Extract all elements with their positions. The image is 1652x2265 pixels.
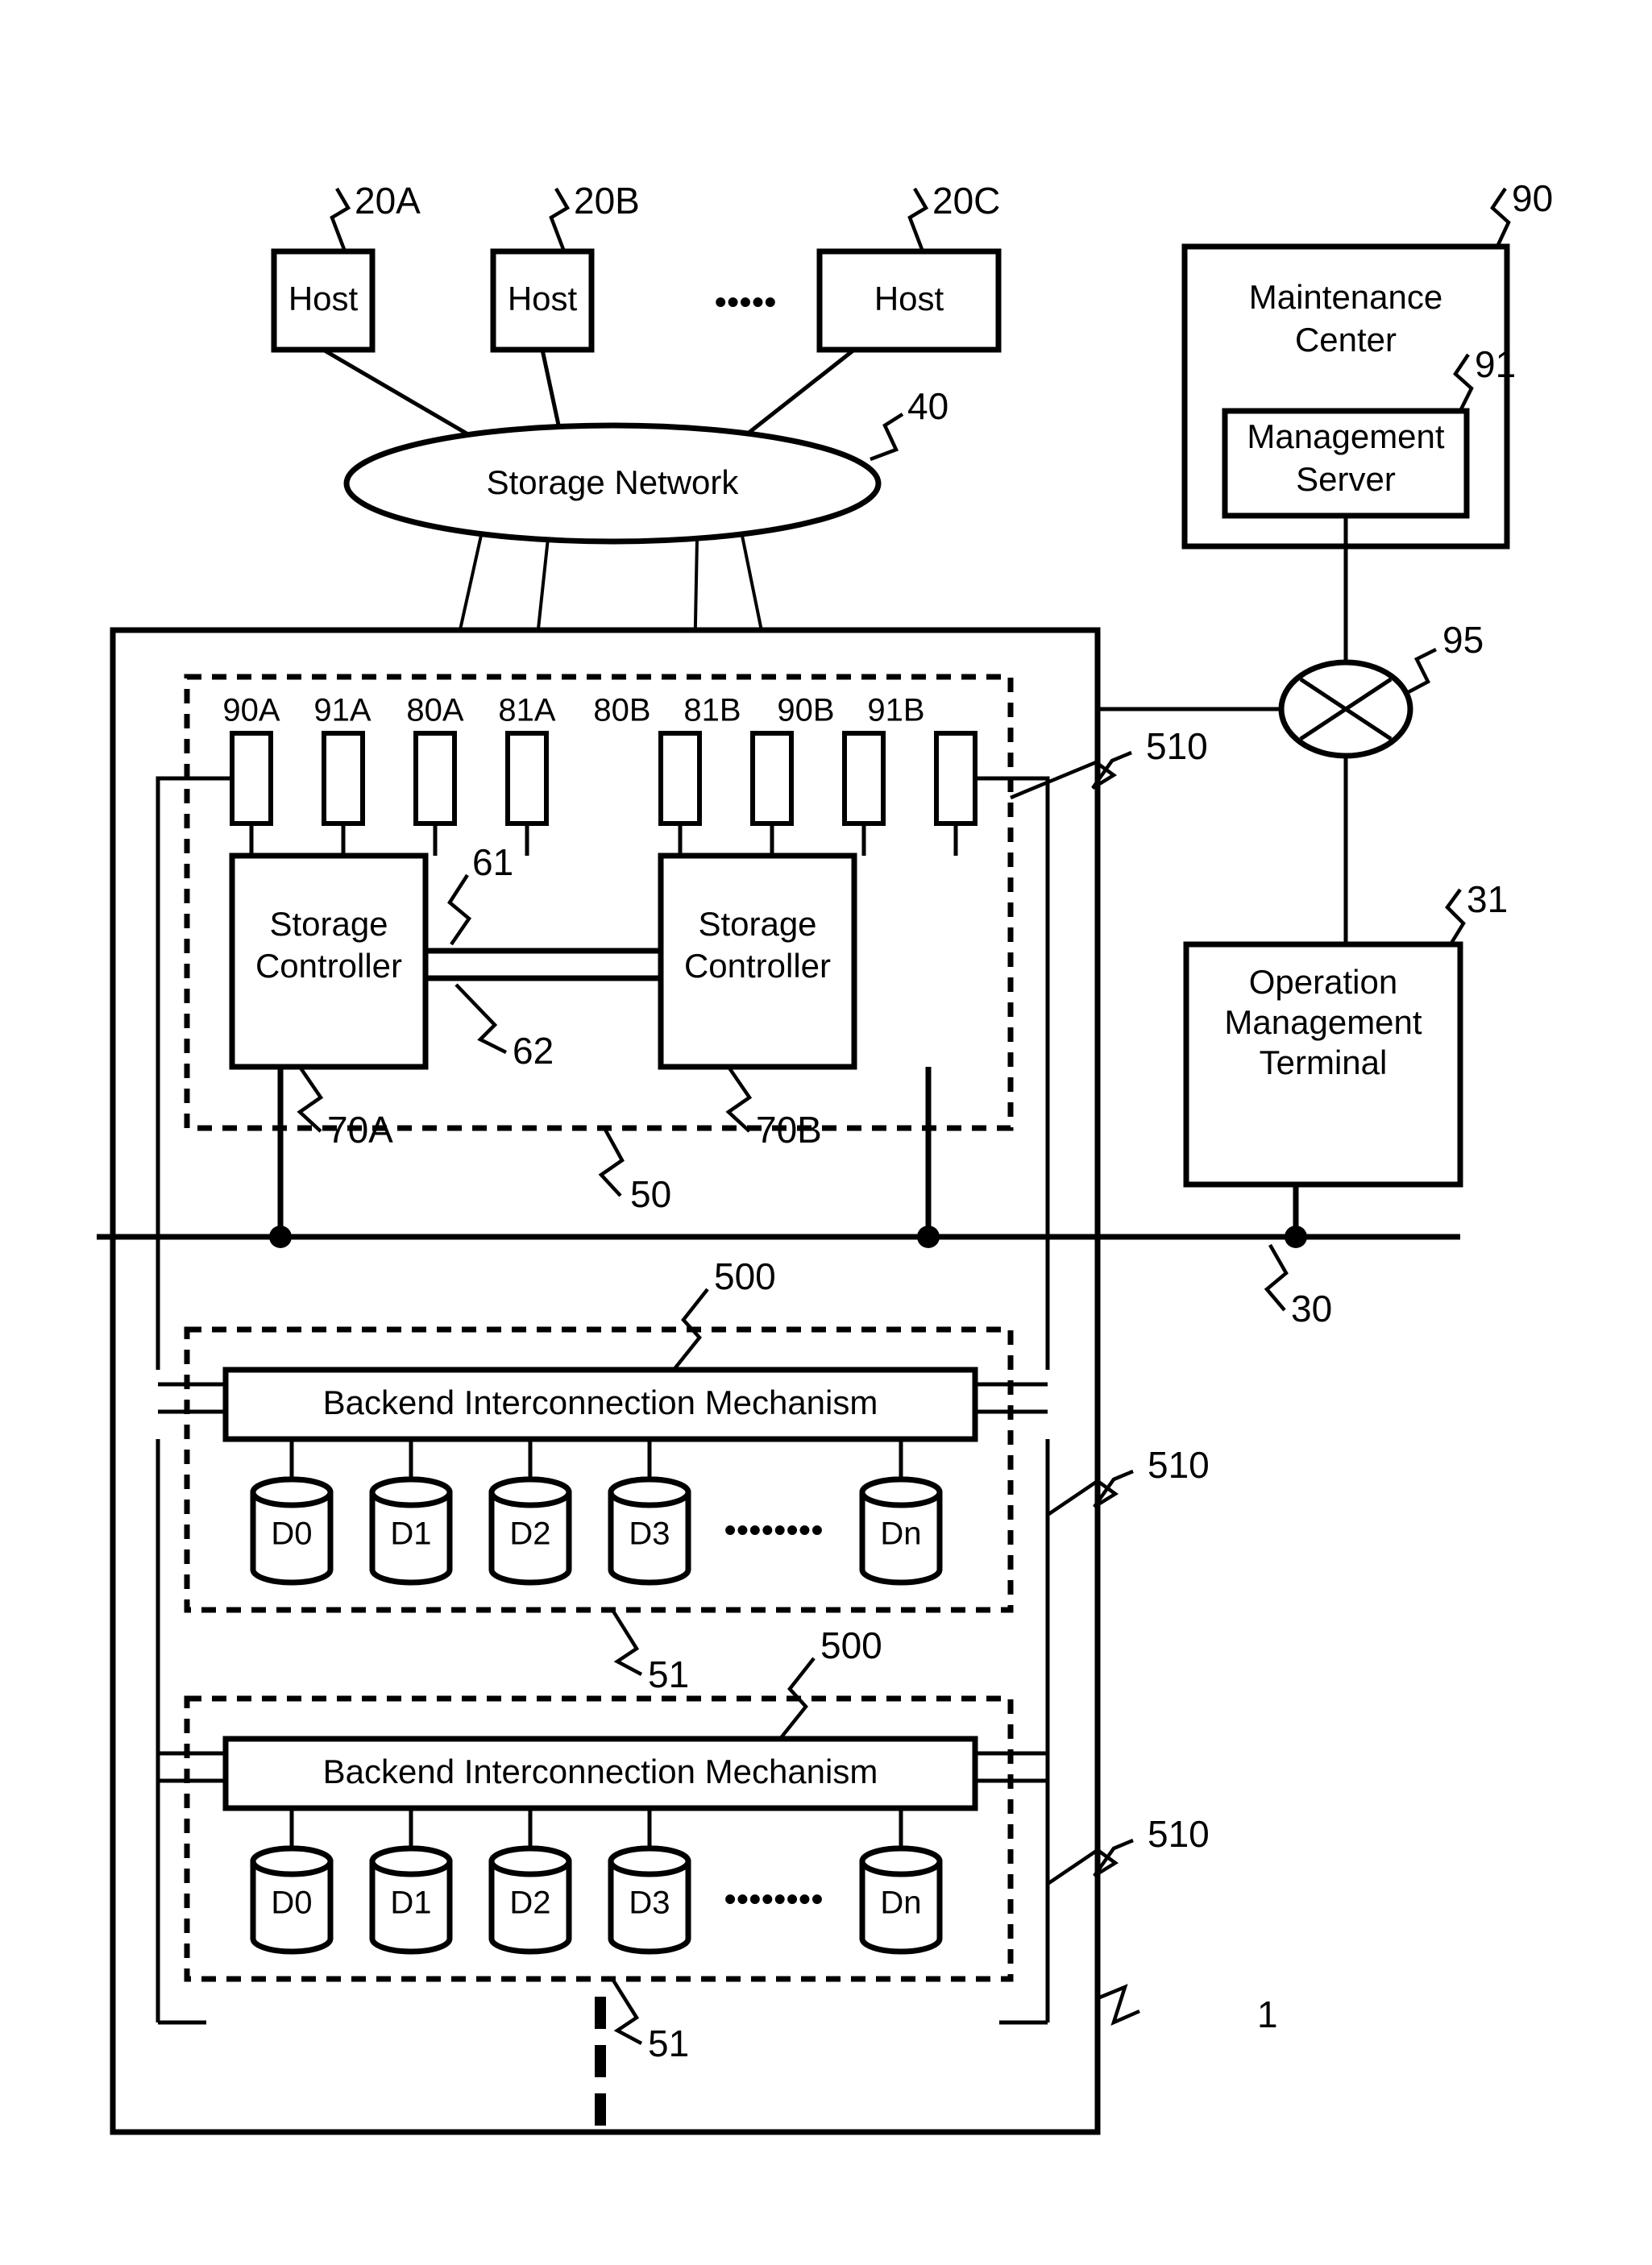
disk-d1-enc2[interactable]: D1 (369, 1845, 453, 1955)
ref-label-510-controller: 510 (1146, 725, 1208, 767)
leader-95 (1402, 647, 1438, 696)
disk-ellipsis-enc1: •••••••• (724, 1511, 823, 1550)
maintenance-center-label-line2: Center (1295, 321, 1397, 359)
leader-90 (1490, 187, 1511, 247)
omt-label-line1: Operation (1249, 963, 1397, 1001)
disk-d3-enc1[interactable]: D3 (608, 1476, 691, 1586)
disk-dn-enc2[interactable]: Dn (859, 1845, 943, 1955)
port-box-91a[interactable] (322, 731, 365, 826)
ref-label-20b: 20B (574, 180, 640, 222)
disk-label: D0 (271, 1516, 312, 1552)
disk-d0-enc2[interactable]: D0 (250, 1845, 334, 1955)
omt-label-line3: Terminal (1260, 1043, 1388, 1081)
disk-label: D1 (390, 1516, 431, 1552)
port-label-80a: 80A (406, 693, 463, 728)
disk-label: Dn (880, 1885, 921, 1921)
port-box-81a[interactable] (505, 731, 549, 826)
disk-ellipsis-enc2: •••••••• (724, 1880, 823, 1919)
ref-label-40: 40 (907, 385, 948, 427)
host-label-20a: Host (288, 280, 359, 317)
controller-70b-label-line2: Controller (684, 947, 831, 985)
controller-70a-label-line2: Controller (255, 947, 402, 985)
backend-mechanism-1-label: Backend Interconnection Mechanism (323, 1383, 878, 1421)
controller-70b-label-line1: Storage (698, 905, 816, 943)
ref-label-50: 50 (630, 1173, 671, 1215)
port-label-90a: 90A (222, 693, 280, 728)
diagram-canvas: Host 20A Host 20B ••••• Host 20C Storage… (97, 177, 1553, 2135)
ref-label-95: 95 (1442, 619, 1484, 661)
ref-label-1: 1 (1257, 1993, 1278, 2035)
maintenance-center-group: Maintenance Center 90 Management Server … (1181, 177, 1553, 550)
ref-label-62: 62 (513, 1030, 554, 1072)
ref-label-31: 31 (1467, 878, 1508, 920)
port-label-91b: 91B (867, 693, 924, 728)
disk-d2-enc1[interactable]: D2 (488, 1476, 572, 1586)
ref-label-91: 91 (1475, 343, 1516, 385)
host-ellipsis: ••••• (714, 283, 776, 322)
ref-label-51-1: 51 (648, 1653, 689, 1695)
host-label-20b: Host (508, 280, 578, 317)
leader-20c (907, 187, 929, 252)
ref-label-51-2: 51 (648, 2022, 689, 2064)
maintenance-center-label-line1: Maintenance (1249, 278, 1443, 316)
host-label-20c: Host (874, 280, 944, 317)
host-group-20a: Host 20A (271, 180, 421, 353)
port-label-91a: 91A (313, 693, 371, 728)
port-box-90b[interactable] (842, 731, 886, 826)
management-server-label-line2: Server (1296, 460, 1396, 498)
disk-d2-enc2[interactable]: D2 (488, 1845, 572, 1955)
ref-label-20a: 20A (355, 180, 421, 222)
disk-label: Dn (880, 1516, 921, 1552)
disk-label: D0 (271, 1885, 312, 1921)
host-group-20c: Host 20C (816, 180, 1002, 353)
host-group-20b: Host 20B (490, 180, 640, 353)
leader-20a (330, 187, 351, 252)
disk-d3-enc2[interactable]: D3 (608, 1845, 691, 1955)
backend-mechanism-2-label: Backend Interconnection Mechanism (323, 1753, 878, 1790)
leader-1 (1097, 1984, 1140, 2026)
leader-30 (1264, 1243, 1289, 1312)
ref-label-70b: 70B (756, 1109, 822, 1151)
disk-dn-enc1[interactable]: Dn (859, 1476, 943, 1586)
ref-label-500-1: 500 (714, 1255, 776, 1297)
leader-31 (1445, 888, 1466, 946)
port-label-81b: 81B (683, 693, 741, 728)
bus-junction-omt (1285, 1226, 1307, 1248)
ref-label-20c: 20C (932, 180, 1000, 222)
vertical-ellipsis-icon (595, 1997, 606, 2126)
leader-20b (549, 187, 571, 252)
ref-label-70a: 70A (327, 1109, 393, 1151)
patent-figure: Host 20A Host 20B ••••• Host 20C Storage… (0, 0, 1652, 2265)
port-label-81a: 81A (498, 693, 555, 728)
port-label-80b: 80B (593, 693, 650, 728)
port-box-91b[interactable] (934, 731, 978, 826)
port-box-81b[interactable] (750, 731, 794, 826)
storage-network-label: Storage Network (487, 463, 740, 501)
omt-label-line2: Management (1224, 1003, 1422, 1041)
ref-label-510-enc1: 510 (1148, 1444, 1210, 1486)
ref-label-90: 90 (1512, 177, 1553, 219)
storage-network-group: Storage Network 40 (343, 385, 948, 545)
port-box-80b[interactable] (658, 731, 702, 826)
disk-d0-enc1[interactable]: D0 (250, 1476, 334, 1586)
port-label-90b: 90B (777, 693, 834, 728)
leader-40 (870, 413, 904, 462)
disk-label: D3 (629, 1516, 670, 1552)
disk-label: D2 (509, 1516, 550, 1552)
disk-label: D1 (390, 1885, 431, 1921)
port-box-90a[interactable] (230, 731, 273, 826)
ref-label-61: 61 (472, 841, 513, 883)
disk-label: D3 (629, 1885, 670, 1921)
disk-label: D2 (509, 1885, 550, 1921)
management-server-label-line1: Management (1247, 417, 1444, 455)
port-box-80a[interactable] (413, 731, 457, 826)
network-switch-group: 95 (1278, 619, 1484, 759)
disk-d1-enc1[interactable]: D1 (369, 1476, 453, 1586)
ref-label-500-2: 500 (820, 1624, 882, 1666)
ref-label-30: 30 (1291, 1288, 1332, 1330)
controller-70a-label-line1: Storage (269, 905, 388, 943)
ref-label-510-enc2: 510 (1148, 1813, 1210, 1855)
